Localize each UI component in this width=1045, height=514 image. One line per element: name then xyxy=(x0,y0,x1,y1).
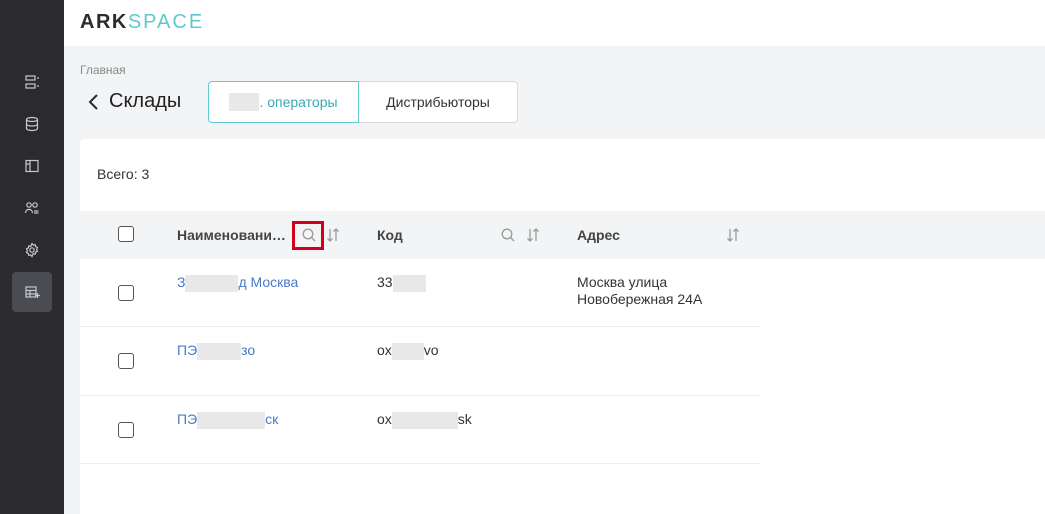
sort-icon xyxy=(327,228,339,242)
sidebar-item-list[interactable] xyxy=(12,62,52,102)
chevron-left-icon xyxy=(88,94,98,110)
row-checkbox[interactable] xyxy=(118,422,134,438)
name-part: ПЭ xyxy=(177,411,198,427)
warehouse-name-link[interactable]: ПЭ зо xyxy=(177,342,255,360)
warehouse-name-link[interactable]: Зд Москва xyxy=(177,274,298,292)
gear-icon xyxy=(25,242,39,258)
select-all-checkbox[interactable] xyxy=(118,226,134,242)
sidebar xyxy=(0,0,64,514)
tab-distributors[interactable]: Дистрибьюторы xyxy=(359,81,518,123)
list-icon xyxy=(25,75,39,89)
warehouse-address: Москва улица Новобережная 24А xyxy=(577,274,702,308)
code-sort-button[interactable] xyxy=(525,227,541,243)
code-part: sk xyxy=(457,411,472,427)
name-part: д Москва xyxy=(238,274,299,290)
table-header: Наименовани… Код Адрес xyxy=(80,211,1045,259)
address-line: Москва улица xyxy=(577,274,668,290)
code-search-button[interactable] xyxy=(500,227,516,243)
tab-operators-label: . операторы xyxy=(259,94,338,110)
column-header-address[interactable]: Адрес xyxy=(577,211,620,259)
name-part: зо xyxy=(241,342,256,358)
warehouse-code: 33 xyxy=(377,274,426,292)
row-checkbox[interactable] xyxy=(118,353,134,369)
sort-icon xyxy=(527,228,539,242)
redacted-block xyxy=(391,342,424,360)
search-highlight-box xyxy=(292,221,324,250)
tab-distributors-label: Дистрибьюторы xyxy=(386,94,490,110)
code-part: ox xyxy=(377,342,392,358)
name-part: ПЭ xyxy=(177,342,198,358)
warehouse-code: ox vo xyxy=(377,342,439,360)
search-icon xyxy=(501,228,515,242)
name-part: ск xyxy=(265,411,279,427)
redacted-block xyxy=(392,274,426,292)
sort-icon xyxy=(727,228,739,242)
tabs: . операторы Дистрибьюторы xyxy=(208,81,518,123)
name-sort-button[interactable] xyxy=(325,227,341,243)
logo[interactable]: ARKSPACE xyxy=(80,11,204,34)
sidebar-item-users[interactable] xyxy=(12,188,52,228)
code-part: ox xyxy=(377,411,392,427)
name-part: З xyxy=(177,274,186,290)
logo-secondary: SPACE xyxy=(127,11,205,33)
warehouse-code: ox sk xyxy=(377,411,472,429)
redacted-block xyxy=(391,411,458,429)
layout-icon xyxy=(25,159,39,173)
warehouses-panel: Всего: 3 Наименовани… Код Адрес Зд Москв… xyxy=(80,139,1045,514)
tab-operators[interactable]: . операторы xyxy=(208,81,359,123)
redacted-block xyxy=(229,93,260,111)
warehouse-name-link[interactable]: ПЭ ск xyxy=(177,411,278,429)
page-title: Склады xyxy=(109,90,182,112)
sidebar-item-warehouses[interactable] xyxy=(12,272,52,312)
sidebar-item-settings[interactable] xyxy=(12,230,52,270)
redacted-block xyxy=(197,342,242,360)
code-part: 33 xyxy=(377,274,393,290)
sidebar-item-database[interactable] xyxy=(12,104,52,144)
breadcrumb[interactable]: Главная xyxy=(80,63,126,77)
column-header-name[interactable]: Наименовани… xyxy=(177,211,286,259)
redacted-block xyxy=(197,411,266,429)
address-sort-button[interactable] xyxy=(725,227,741,243)
users-icon xyxy=(24,202,39,214)
code-part: vo xyxy=(423,342,439,358)
table-row[interactable]: Зд Москва 33 Москва улица Новобережная 2… xyxy=(80,259,760,327)
total-count: Всего: 3 xyxy=(97,166,150,182)
column-header-code[interactable]: Код xyxy=(377,211,403,259)
redacted-block xyxy=(185,274,239,292)
database-icon xyxy=(25,116,39,132)
logo-primary: ARK xyxy=(80,11,128,33)
table-row[interactable]: ПЭ зо ox vo xyxy=(80,327,760,396)
warehouse-table-icon xyxy=(25,286,40,298)
back-button[interactable] xyxy=(84,91,104,113)
sidebar-item-layout[interactable] xyxy=(12,146,52,186)
address-line: Новобережная 24А xyxy=(577,291,703,307)
row-checkbox[interactable] xyxy=(118,285,134,301)
table-row[interactable]: ПЭ ск ox sk xyxy=(80,396,760,464)
top-bar: ARKSPACE xyxy=(64,0,1045,46)
